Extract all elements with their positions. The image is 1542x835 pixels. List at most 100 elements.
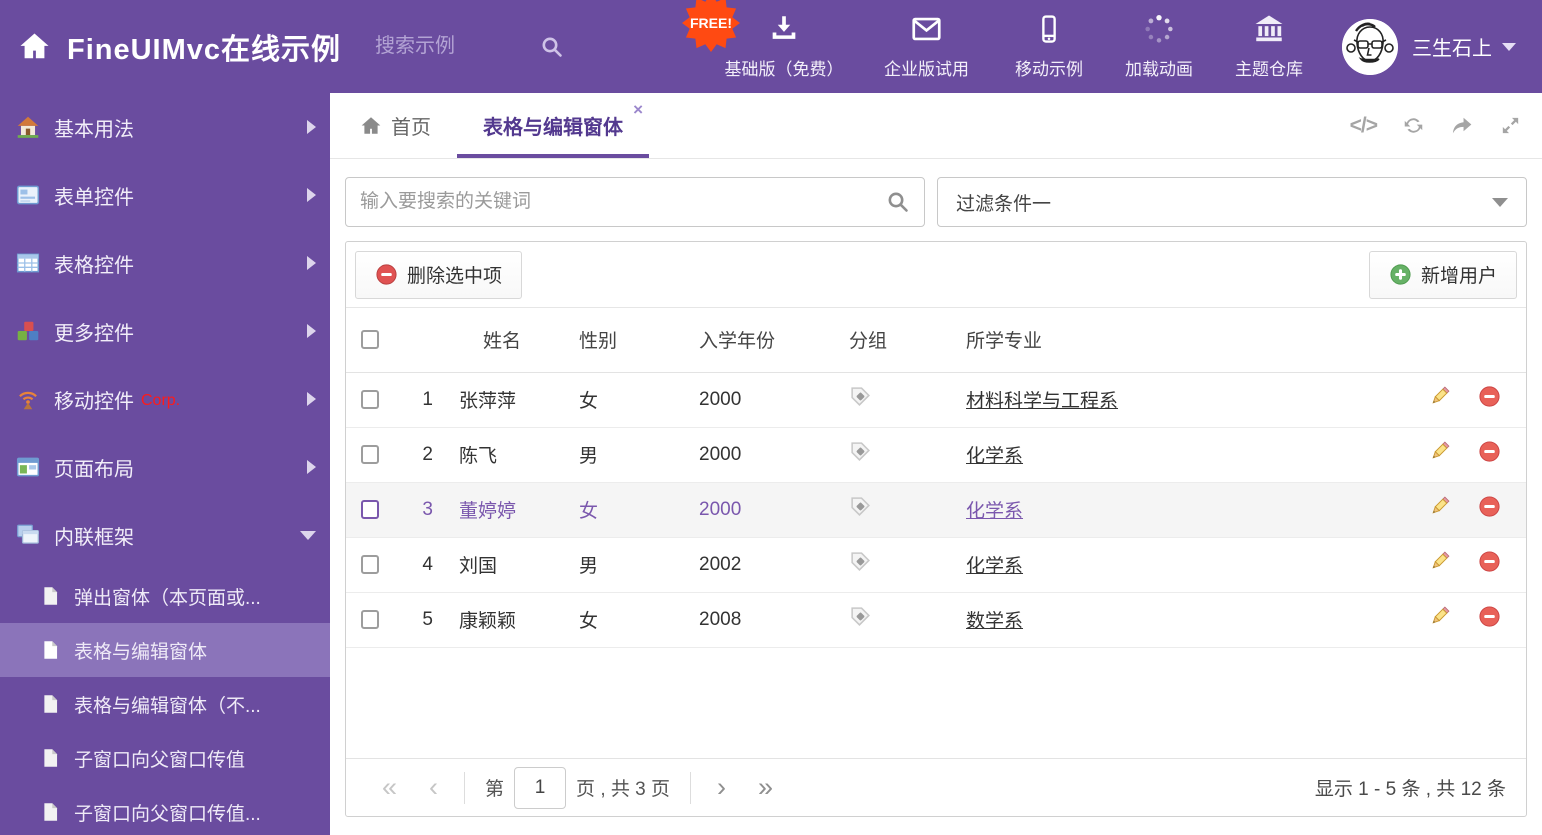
sidebar-subitem-grid-edit-window[interactable]: 表格与编辑窗体 (0, 623, 330, 677)
nav-label: 移动示例 (1015, 59, 1083, 79)
select-all-checkbox[interactable] (361, 330, 379, 350)
tag-icon (851, 497, 870, 516)
major-link[interactable]: 化学系 (966, 501, 1023, 522)
top-header-bar: FineUIMvc在线示例 FREE! 基础版（免费） 企业版试用 移动示例 (0, 0, 1542, 93)
nav-item-loading-animations[interactable]: 加载动画 (1104, 2, 1214, 92)
search-icon[interactable] (886, 190, 910, 214)
user-menu[interactable]: 三生石上 (1342, 18, 1516, 75)
nav-item-enterprise-trial[interactable]: 企业版试用 (859, 2, 994, 92)
close-icon[interactable]: × (633, 101, 643, 118)
add-user-button[interactable]: 新增用户 (1368, 250, 1517, 299)
last-page-button[interactable]: » (742, 774, 789, 801)
sidebar-subitem-child-to-parent[interactable]: 子窗口向父窗口传值 (0, 731, 330, 785)
frames-icon (17, 524, 39, 544)
download-icon (772, 15, 796, 39)
sidebar-item-label: 表格控件 (54, 254, 134, 277)
row-checkbox[interactable] (361, 609, 379, 629)
house-icon (17, 116, 39, 138)
chevron-down-icon (300, 530, 316, 540)
delete-icon[interactable] (1478, 495, 1501, 524)
cell-name: 董婷婷 (459, 501, 517, 522)
tab-content: 过滤条件一 删除选中项 新增用户 (330, 159, 1542, 817)
sidebar-item-basic-usage[interactable]: 基本用法 (0, 93, 330, 161)
tab-grid-edit-window[interactable]: 表格与编辑窗体 × (457, 93, 649, 158)
filter-row: 过滤条件一 (345, 177, 1527, 227)
page-label-prefix: 第 (485, 779, 505, 800)
delete-icon[interactable] (1478, 550, 1501, 579)
chevron-right-icon (307, 460, 316, 474)
nav-item-theme-repository[interactable]: 主题仓库 (1214, 2, 1324, 92)
nav-item-mobile-demo[interactable]: 移动示例 (994, 2, 1104, 92)
edit-icon[interactable] (1428, 440, 1451, 469)
tab-home[interactable]: 首页 (334, 93, 457, 158)
edit-icon[interactable] (1428, 495, 1451, 524)
filter-dropdown[interactable]: 过滤条件一 (937, 177, 1527, 227)
delete-icon[interactable] (1478, 440, 1501, 469)
share-icon[interactable] (1450, 113, 1475, 138)
envelope-icon (912, 17, 941, 40)
delete-icon[interactable] (1478, 385, 1501, 414)
column-header-year: 入学年份 (691, 308, 841, 373)
row-checkbox[interactable] (361, 499, 379, 519)
sidebar-item-more-controls[interactable]: 更多控件 (0, 297, 330, 365)
delete-icon[interactable] (1478, 605, 1501, 634)
pager-separator (690, 771, 692, 804)
edit-icon[interactable] (1428, 550, 1451, 579)
sidebar-item-label: 表单控件 (54, 186, 134, 209)
free-badge: FREE! (682, 0, 740, 52)
nav-item-basic-edition[interactable]: FREE! 基础版（免费） (682, 0, 859, 92)
sidebar-item-mobile-controls[interactable]: 移动控件 Corp. (0, 365, 330, 433)
cell-year: 2000 (699, 388, 742, 410)
sidebar-item-label: 移动控件 (54, 390, 134, 413)
sidebar-item-page-layout[interactable]: 页面布局 (0, 433, 330, 501)
row-checkbox[interactable] (361, 554, 379, 574)
major-link[interactable]: 化学系 (966, 556, 1023, 577)
delete-selected-button[interactable]: 删除选中项 (355, 250, 523, 299)
brand[interactable]: FineUIMvc在线示例 (18, 26, 341, 68)
header-search (375, 35, 590, 59)
column-header-gender: 性别 (571, 308, 691, 373)
avatar-face (1342, 18, 1398, 75)
refresh-icon[interactable] (1401, 113, 1426, 138)
first-page-button[interactable]: « (366, 774, 413, 801)
sidebar-item-label: 更多控件 (54, 322, 134, 345)
pagination-bar: « ‹ 第 页 , 共 3 页 › » 显示 1 - 5 条 , 共 12 条 (346, 758, 1526, 816)
edit-icon[interactable] (1428, 605, 1451, 634)
tag-icon (851, 552, 870, 571)
layout-icon (16, 457, 40, 477)
cell-index: 3 (422, 498, 433, 520)
spinner-icon (1145, 14, 1173, 43)
file-icon (44, 641, 58, 659)
table-row: 2 陈飞 男 2000 化学系 (346, 427, 1526, 482)
sidebar-item-grid-controls[interactable]: 表格控件 (0, 229, 330, 297)
major-link[interactable]: 化学系 (966, 446, 1023, 467)
expand-icon[interactable] (1499, 114, 1522, 137)
sidebar-subitem-label: 表格与编辑窗体（不... (74, 695, 261, 717)
cell-index: 5 (422, 608, 433, 630)
view-source-icon[interactable]: </> (1350, 114, 1378, 138)
header-search-input[interactable] (375, 35, 541, 58)
sidebar-subitem-child-to-parent-2[interactable]: 子窗口向父窗口传值... (0, 785, 330, 835)
page-number-input[interactable] (514, 766, 567, 809)
edit-icon[interactable] (1428, 385, 1451, 414)
file-icon (44, 695, 58, 713)
next-page-button[interactable]: › (701, 774, 742, 801)
sidebar-subitem-grid-edit-window-2[interactable]: 表格与编辑窗体（不... (0, 677, 330, 731)
corp-badge: Corp. (141, 391, 181, 409)
header-nav: FREE! 基础版（免费） 企业版试用 移动示例 加载动画 主题仓库 (682, 0, 1324, 92)
keyword-search-input[interactable] (360, 191, 886, 213)
sidebar-item-inline-frame[interactable]: 内联框架 (0, 501, 330, 569)
sidebar-item-label: 基本用法 (54, 118, 134, 141)
home-icon (361, 116, 381, 134)
prev-page-button[interactable]: ‹ (413, 774, 454, 801)
cell-year: 2008 (699, 608, 742, 630)
sidebar-item-form-controls[interactable]: 表单控件 (0, 161, 330, 229)
major-link[interactable]: 材料科学与工程系 (966, 391, 1118, 412)
sidebar-subitem-popup-window[interactable]: 弹出窗体（本页面或... (0, 569, 330, 623)
row-checkbox[interactable] (361, 444, 379, 464)
cell-name: 刘国 (459, 556, 498, 577)
major-link[interactable]: 数学系 (966, 611, 1023, 632)
search-icon[interactable] (540, 35, 564, 59)
tab-label: 首页 (391, 117, 431, 139)
row-checkbox[interactable] (361, 389, 379, 409)
